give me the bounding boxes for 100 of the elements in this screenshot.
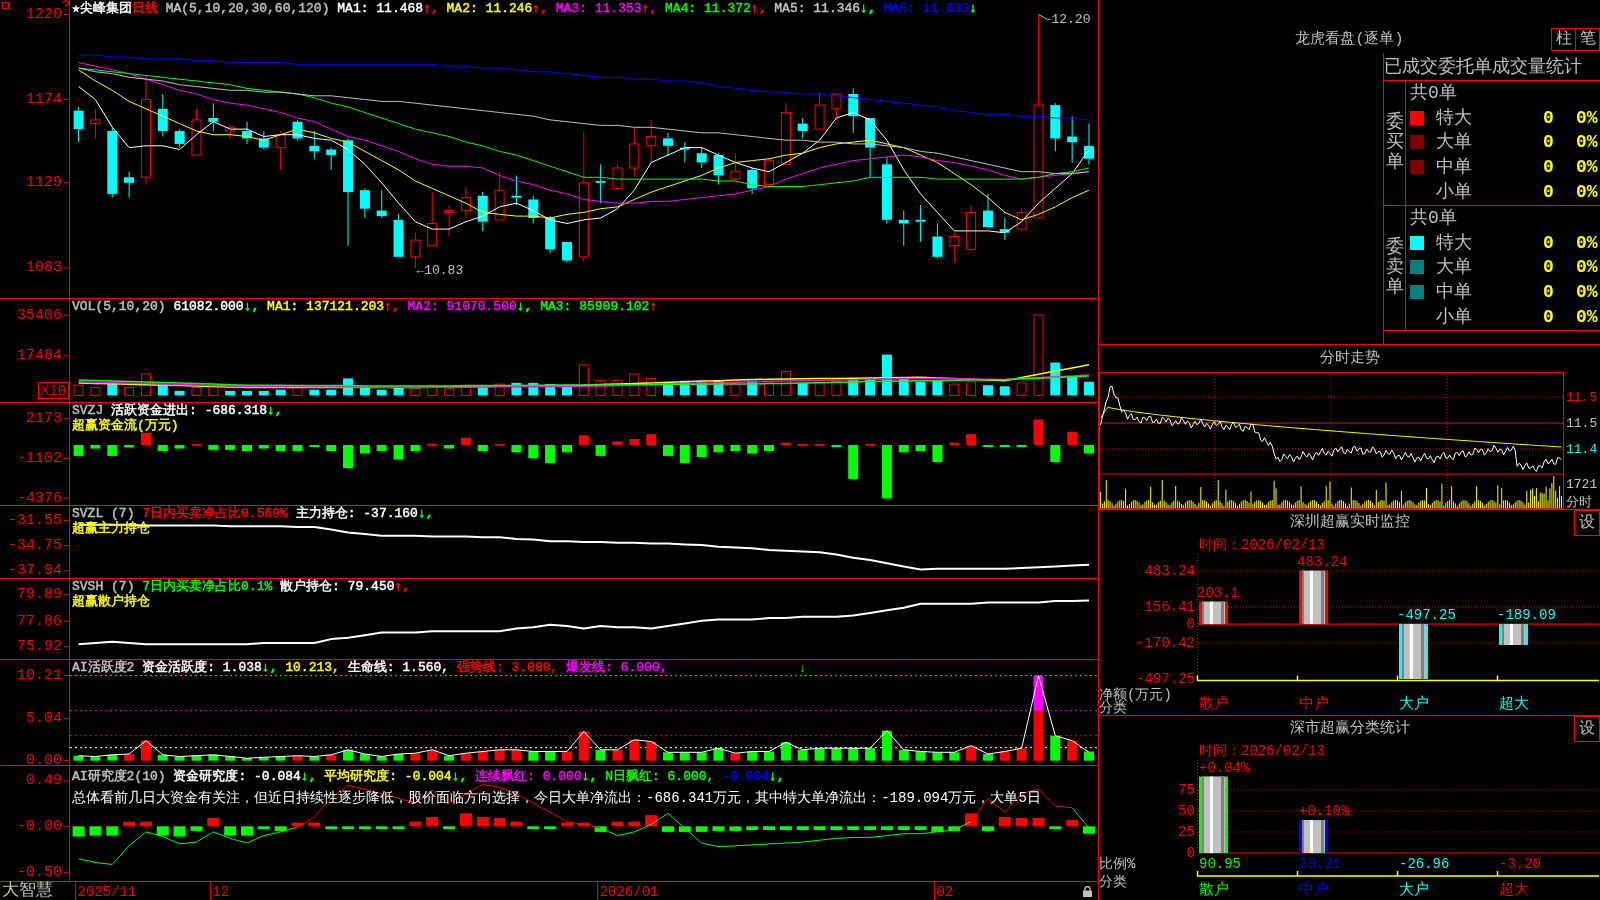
order-share: 0% [1576,257,1599,278]
flow-bar [612,441,623,445]
activity-bar [932,752,943,761]
research-bar [1066,819,1079,827]
candlestick [376,189,387,219]
order-share: 0% [1576,282,1599,303]
candlestick [561,241,572,263]
research-bar [476,817,489,827]
order-type: 小单 [1436,181,1473,202]
data-label: -189.09 [1497,607,1556,624]
research-bar [241,826,253,836]
activity-bar [831,748,842,761]
axis-label: 2173 [26,410,62,428]
volume-bar [258,390,269,396]
volume-bar [999,386,1010,396]
research-bar [156,826,169,836]
axis-label: 11.4 [1566,441,1598,457]
research-bar [948,826,961,831]
candlestick [679,141,690,163]
value-label: 39.21 [1299,856,1341,872]
volume-bar [679,380,690,396]
candlestick [949,232,960,263]
research-bar [190,826,203,831]
volume-bar [562,386,572,396]
unit-label: X10 [38,382,69,399]
research-bar [645,815,658,827]
research-bar [291,822,304,827]
candlestick [309,130,320,160]
volume-bar [444,388,455,396]
flow-bar [898,445,909,453]
volume-bar [410,388,421,396]
order-count: 0 [1543,232,1555,253]
flow-bar [511,445,522,453]
candlestick [612,163,623,191]
volume-bar [393,387,404,396]
volume-bar [191,387,202,396]
volume-bar [359,387,370,396]
value-label: -26.96 [1399,856,1450,872]
flow-bar [848,445,859,479]
volume-bar [713,380,724,396]
settings-button[interactable]: 设 [1574,716,1600,742]
research-bar [897,826,910,830]
research-bar [72,826,85,837]
flow-bar [949,442,960,445]
research-bar [796,826,809,830]
research-bar [173,826,186,837]
flow-bar [578,435,589,445]
volume-bar [865,378,876,396]
volume-bar [949,383,960,396]
activity-bar [898,749,909,761]
volume-bar [764,382,774,396]
view-button[interactable]: 笔 [1575,28,1600,51]
volume-bar [511,382,522,396]
axis-label: 0 [1186,845,1195,861]
research-bar [510,821,523,827]
candlestick [242,121,252,145]
candlestick [780,102,791,165]
volume-bar [494,383,505,396]
flow-bar [747,445,758,454]
group-label: 委买单 [1385,113,1404,173]
volume-bar [477,386,488,396]
research-bar [628,821,641,827]
candlestick [646,119,657,163]
flow-bar [797,443,808,446]
volume-bar [915,381,926,396]
panel-title: 分时走势 [1319,349,1380,368]
order-total: 共0单 [1410,208,1457,229]
candlestick [713,152,724,186]
settings-button[interactable]: 设 [1574,510,1600,536]
view-button[interactable]: 柱 [1551,28,1576,51]
volume-bar [242,390,252,396]
flow-bar [696,445,707,458]
axis-label: 50 [1178,803,1195,819]
axis-label: 35406 [17,306,62,324]
order-count: 0 [1543,132,1555,153]
candlestick [258,130,269,150]
order-count: 0 [1543,257,1555,278]
flow-bar [326,445,337,452]
date-label: 02 [936,883,954,900]
candlestick [326,147,337,171]
research-bar [577,822,590,827]
candlestick [696,147,707,169]
flow-bar [915,445,926,452]
candlestick [511,174,522,206]
research-bar [746,826,759,830]
activity-bar [1067,740,1078,761]
flow-bar [191,443,202,446]
flow-bar [764,445,774,452]
candlestick [797,117,808,139]
candlestick [208,102,219,132]
volume-bar [460,387,471,396]
volume-bar [1050,362,1061,396]
order-share: 0% [1576,232,1599,253]
research-bar [375,826,388,830]
research-bar [611,821,624,827]
candlestick [848,87,859,134]
research-bar [358,826,371,830]
research-bar [594,826,607,832]
flow-bar [562,445,572,453]
flow-bar [208,445,219,450]
